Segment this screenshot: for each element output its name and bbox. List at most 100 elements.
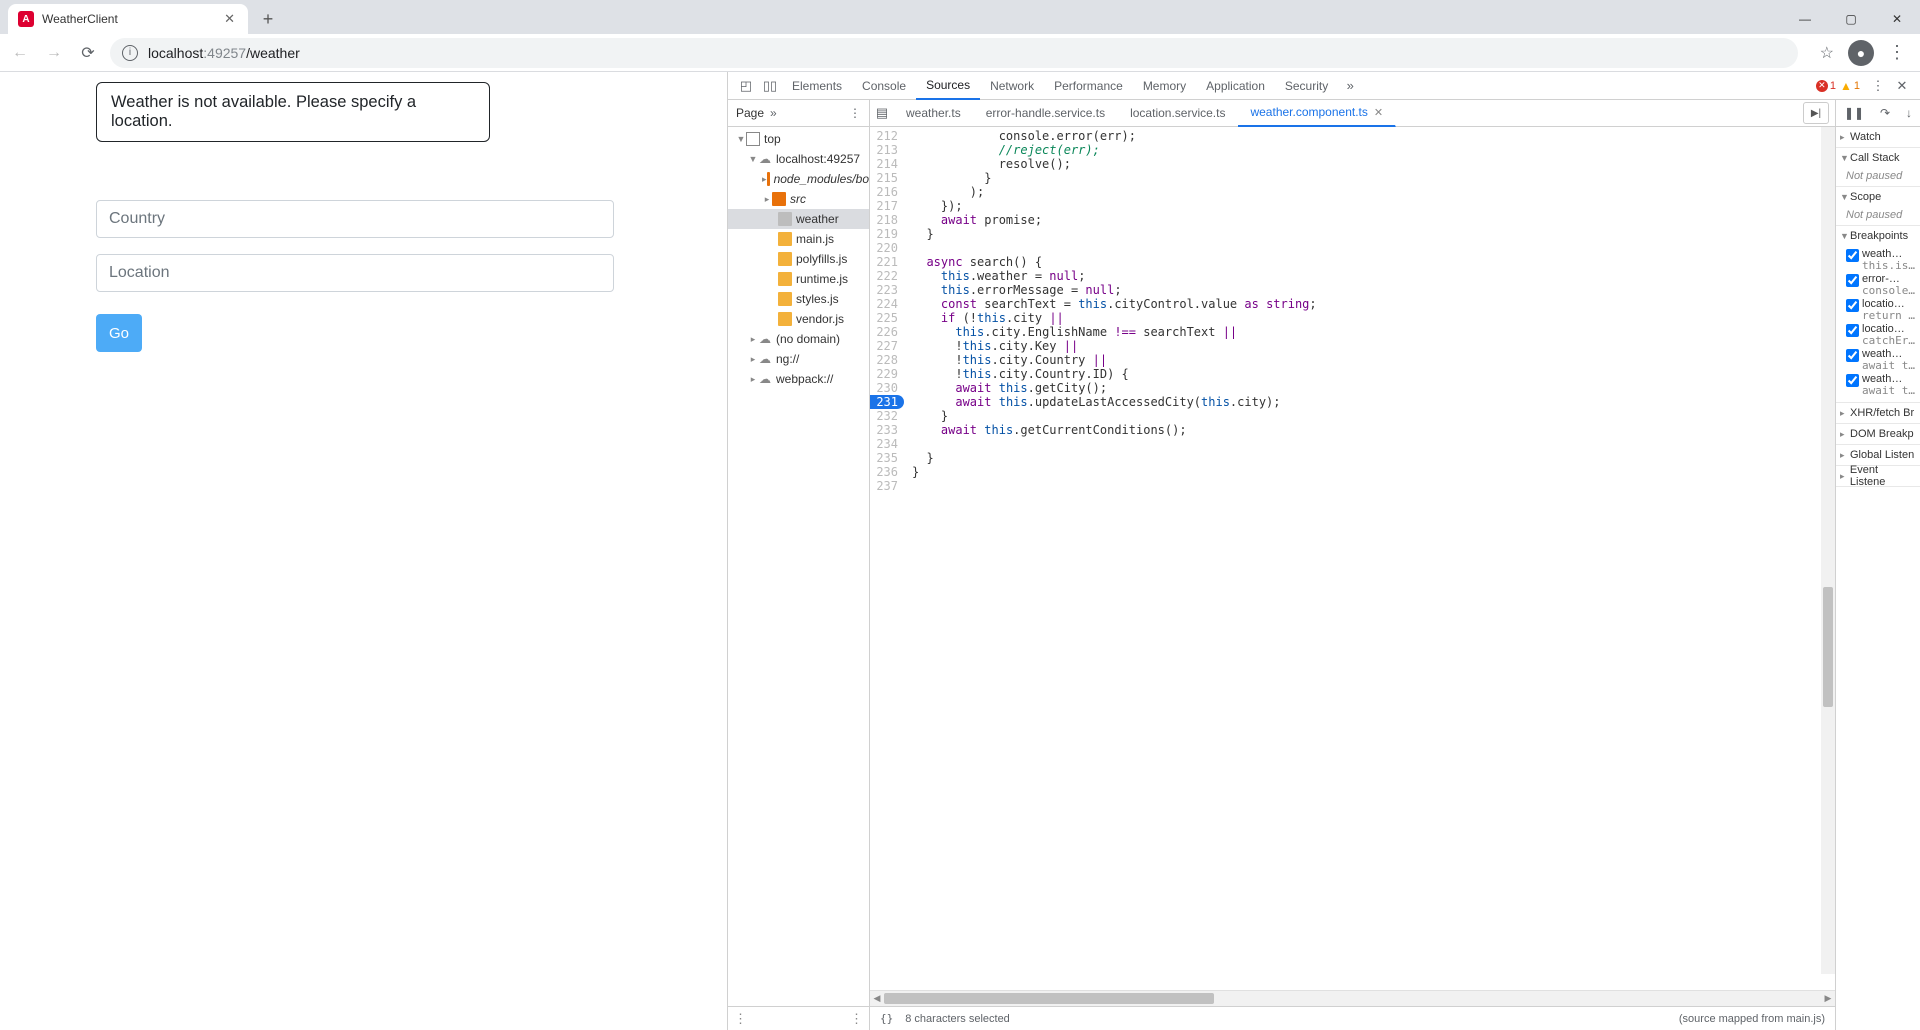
- file-tree[interactable]: ▼top ▼☁localhost:49257 ▸node_modules/bo …: [728, 127, 869, 1006]
- tree-file[interactable]: styles.js: [728, 289, 869, 309]
- file-list-icon[interactable]: ▤: [870, 101, 894, 125]
- file-icon: [778, 272, 792, 286]
- go-button[interactable]: Go: [96, 314, 142, 352]
- devtools-tab-memory[interactable]: Memory: [1133, 72, 1196, 100]
- status-sourcemap: (source mapped from main.js): [1679, 1013, 1825, 1025]
- nav-reload-icon[interactable]: ⟳: [76, 41, 100, 65]
- callstack-section[interactable]: ▼Call Stack: [1836, 148, 1920, 168]
- device-toolbar-icon[interactable]: ▯▯: [758, 74, 782, 98]
- breakpoint-item[interactable]: locatio…catchErro…: [1846, 323, 1916, 347]
- xhr-breakpoints-section[interactable]: ▸XHR/fetch Br: [1836, 403, 1920, 423]
- sources-navigator: Page » ⋮ ▼top ▼☁localhost:49257 ▸node_mo…: [728, 100, 870, 1030]
- cloud-icon: ☁: [758, 372, 772, 386]
- devtools-tab-network[interactable]: Network: [980, 72, 1044, 100]
- breakpoint-checkbox[interactable]: [1846, 299, 1859, 312]
- file-tab[interactable]: weather.ts: [894, 100, 974, 127]
- address-bar: ← → ⟳ i localhost:49257/weather ☆ ● ⋮: [0, 34, 1920, 72]
- tree-file[interactable]: vendor.js: [728, 309, 869, 329]
- devtools-tab-elements[interactable]: Elements: [782, 72, 852, 100]
- devtools-settings-icon[interactable]: ⋮: [1866, 74, 1890, 98]
- debugger-sidebar: ❚❚ ↷ ↓ ▸Watch ▼Call Stack Not paused ▼Sc…: [1836, 100, 1920, 1030]
- toggle-sidebar-icon[interactable]: ▶|: [1803, 102, 1829, 124]
- nav-back-icon[interactable]: ←: [8, 41, 32, 65]
- debug-step-into-icon[interactable]: ↓: [1906, 106, 1912, 120]
- tree-file[interactable]: runtime.js: [728, 269, 869, 289]
- url-path: /weather: [246, 45, 300, 61]
- drawer-toggle-icon[interactable]: ⋮: [850, 1011, 863, 1027]
- browser-menu-icon[interactable]: ⋮: [1888, 42, 1906, 63]
- debug-step-over-icon[interactable]: ↷: [1880, 106, 1890, 120]
- more-tabs-icon[interactable]: »: [1338, 74, 1362, 98]
- breakpoint-checkbox[interactable]: [1846, 249, 1859, 262]
- file-icon: [778, 292, 792, 306]
- navigator-menu-icon[interactable]: ⋮: [849, 106, 861, 120]
- navigator-more-icon[interactable]: »: [770, 106, 777, 120]
- breakpoint-item[interactable]: weath…this.isDa…: [1846, 248, 1916, 272]
- frame-icon: [746, 132, 760, 146]
- drawer-toggle-icon[interactable]: ⋮: [734, 1011, 747, 1027]
- cloud-icon: ☁: [758, 152, 772, 166]
- breakpoint-item[interactable]: weath…await thi…: [1846, 348, 1916, 372]
- angular-favicon: A: [18, 11, 34, 27]
- status-selection: 8 characters selected: [905, 1013, 1010, 1025]
- tree-file-weather[interactable]: weather: [728, 209, 869, 229]
- bookmark-star-icon[interactable]: ☆: [1820, 43, 1834, 63]
- new-tab-button[interactable]: +: [254, 5, 282, 33]
- global-listeners-section[interactable]: ▸Global Listen: [1836, 445, 1920, 465]
- editor-statusbar: {} 8 characters selected (source mapped …: [870, 1006, 1835, 1030]
- navigator-tab-page[interactable]: Page: [736, 106, 764, 120]
- url-host: localhost: [148, 45, 203, 61]
- devtools-close-icon[interactable]: ✕: [1890, 74, 1914, 98]
- location-input[interactable]: [96, 254, 614, 292]
- window-minimize-icon[interactable]: —: [1782, 4, 1828, 34]
- folder-icon: [772, 192, 786, 206]
- warning-count[interactable]: ▲1: [1840, 79, 1860, 93]
- tree-file[interactable]: polyfills.js: [728, 249, 869, 269]
- scroll-left-icon[interactable]: ◀: [870, 991, 884, 1006]
- window-close-icon[interactable]: ✕: [1874, 4, 1920, 34]
- breakpoint-checkbox[interactable]: [1846, 374, 1859, 387]
- breakpoint-item[interactable]: error-…console.e…: [1846, 273, 1916, 297]
- inspect-element-icon[interactable]: ◰: [734, 74, 758, 98]
- scroll-right-icon[interactable]: ▶: [1821, 991, 1835, 1006]
- file-icon: [778, 252, 792, 266]
- vertical-scrollbar[interactable]: [1821, 127, 1835, 974]
- nav-forward-icon[interactable]: →: [42, 41, 66, 65]
- browser-tab[interactable]: A WeatherClient ✕: [8, 4, 248, 34]
- devtools-tabbar: ◰ ▯▯ Elements Console Sources Network Pe…: [728, 72, 1920, 100]
- url-omnibox[interactable]: i localhost:49257/weather: [110, 38, 1798, 68]
- devtools-tab-console[interactable]: Console: [852, 72, 916, 100]
- event-listeners-section[interactable]: ▸Event Listene: [1836, 466, 1920, 486]
- devtools-tab-performance[interactable]: Performance: [1044, 72, 1133, 100]
- folder-icon: [767, 172, 770, 186]
- breakpoint-item[interactable]: locatio…return th…: [1846, 298, 1916, 322]
- pretty-print-icon[interactable]: {}: [880, 1012, 893, 1025]
- breakpoint-checkbox[interactable]: [1846, 349, 1859, 362]
- tab-title: WeatherClient: [42, 12, 221, 26]
- file-tab-active[interactable]: weather.component.ts✕: [1238, 100, 1396, 127]
- devtools-tab-sources[interactable]: Sources: [916, 72, 980, 100]
- close-tab-icon[interactable]: ✕: [221, 11, 238, 27]
- file-tab[interactable]: error-handle.service.ts: [974, 100, 1118, 127]
- file-icon: [778, 232, 792, 246]
- breakpoints-section[interactable]: ▼Breakpoints: [1836, 226, 1920, 246]
- file-tab[interactable]: location.service.ts: [1118, 100, 1238, 127]
- window-maximize-icon[interactable]: ▢: [1828, 4, 1874, 34]
- debug-pause-icon[interactable]: ❚❚: [1844, 106, 1864, 120]
- breakpoint-item[interactable]: weath…await thi…: [1846, 373, 1916, 397]
- breakpoint-checkbox[interactable]: [1846, 324, 1859, 337]
- site-info-icon[interactable]: i: [122, 45, 138, 61]
- dom-breakpoints-section[interactable]: ▸DOM Breakp: [1836, 424, 1920, 444]
- horizontal-scrollbar[interactable]: ◀ ▶: [870, 990, 1835, 1006]
- devtools-tab-security[interactable]: Security: [1275, 72, 1338, 100]
- country-input[interactable]: [96, 200, 614, 238]
- scope-section[interactable]: ▼Scope: [1836, 187, 1920, 207]
- tree-file[interactable]: main.js: [728, 229, 869, 249]
- error-count[interactable]: ✕1: [1816, 80, 1836, 92]
- profile-avatar-icon[interactable]: ●: [1848, 40, 1874, 66]
- breakpoint-checkbox[interactable]: [1846, 274, 1859, 287]
- close-file-icon[interactable]: ✕: [1374, 106, 1383, 119]
- devtools-tab-application[interactable]: Application: [1196, 72, 1275, 100]
- code-area[interactable]: 2122132142152162172182192202212222232242…: [870, 127, 1835, 990]
- watch-section[interactable]: ▸Watch: [1836, 127, 1920, 147]
